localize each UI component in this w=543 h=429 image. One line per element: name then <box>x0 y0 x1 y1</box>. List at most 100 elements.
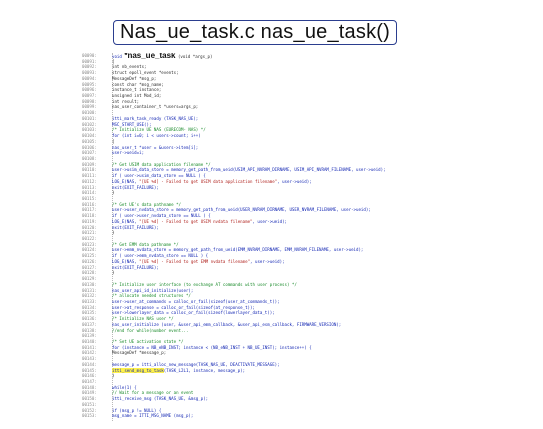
code-text: user->emm_nvdata_store = memory_get_path… <box>112 247 363 252</box>
code-line: 00090: void *nas_ue_task (void *args_p) <box>82 53 212 59</box>
code-token: } <box>112 230 115 236</box>
line-number: 00151: <box>82 401 97 407</box>
code-text: { <box>112 139 114 144</box>
code-line: 00141: for (instance = NB_eNB_INST; inst… <box>82 345 312 350</box>
code-text: while(1) { <box>112 385 137 390</box>
code-text: msg_name = ITTI_MSG_NAME (msg_p); <box>112 413 193 418</box>
line-number: 00123: <box>82 241 97 247</box>
code-line: 00130: /* Initialize user interface (to … <box>82 282 297 287</box>
code-token: } <box>112 270 115 276</box>
code-text: unsigned int Mod_id; <box>112 93 161 98</box>
line-number: 00111: <box>82 173 97 179</box>
code-token: LOG_E(NAS, <box>112 218 140 224</box>
code-token: msg_name = ITTI_MSG_NAME (msg_p); <box>112 413 194 419</box>
code-text: for (instance = NB_eNB_INST; instance < … <box>112 345 312 350</box>
code-line: 00112: LOG_E(NAS, "[UE %d] - Failed to g… <box>82 179 312 184</box>
code-line: 00123: /* Get EMM data pathname */ <box>82 242 179 247</box>
line-number: 00121: <box>82 230 97 236</box>
code-token: instance_t instance; <box>112 87 162 93</box>
line-number: 00119: <box>82 218 97 224</box>
code-text: exit(EXIT_FAILURE); <box>112 265 159 270</box>
code-line: 00108: <box>82 156 112 161</box>
line-number: 00134: <box>82 304 97 310</box>
code-line: 00093: struct epoll_event *events; <box>82 70 179 75</box>
code-text: struct epoll_event *events; <box>112 70 179 75</box>
code-text: MSC_START_USE(); <box>112 122 151 127</box>
code-line: 00114: } <box>82 190 114 195</box>
code-listing: 00090: void *nas_ue_task (void *args_p) 00… <box>82 53 482 421</box>
code-token: itti_send_msg_to_task <box>112 367 164 373</box>
code-text: itti_receive_msg (TASK_NAS_UE, &msg_p); <box>112 396 208 401</box>
code-line: 00145: itti_send_msg_to_task(TASK_L2L1, … <box>82 367 245 373</box>
code-line: 00132: /* allocate needed structures */ <box>82 293 191 298</box>
line-number: 00147: <box>82 379 97 385</box>
line-number: 00148: <box>82 384 97 390</box>
code-token: exit(EXIT_FAILURE); <box>112 224 159 230</box>
code-text: int result; <box>112 99 139 104</box>
code-token: user->user_nvdata_store = memory_get_pat… <box>112 207 371 213</box>
code-text: MessageDef *msg_p; <box>112 76 156 81</box>
line-number: 00115: <box>82 196 97 201</box>
line-number: 00140: <box>82 339 97 344</box>
code-text: } <box>112 190 114 195</box>
code-string: "[UE %d] - Failed to get EMM nvdata file… <box>139 258 251 264</box>
line-number: 00113: <box>82 184 97 190</box>
line-number: 00116: <box>82 201 97 207</box>
code-token: , user->ueid); <box>252 218 288 224</box>
code-line: 00129: <box>82 276 112 281</box>
code-line: 00099: nas_user_container_t *users=args_… <box>82 104 198 109</box>
code-comment: /* allocate needed structures */ <box>112 293 191 299</box>
line-number: 00112: <box>82 178 97 184</box>
code-comment: /* Set UE activation state */ <box>112 339 184 344</box>
code-token: exit(EXIT_FAILURE); <box>112 184 159 190</box>
line-number: 00144: <box>82 361 97 367</box>
code-line: 00115: <box>82 196 112 201</box>
code-text: message_p = itti_alloc_new_message(TASK_… <box>112 362 280 367</box>
code-line: 00142: MessageDef *message_p; <box>82 350 166 355</box>
code-text: // Wait for a message or an event <box>112 390 193 395</box>
code-line: 00146: } <box>82 373 114 378</box>
line-number: 00108: <box>82 155 97 161</box>
code-line: 00138: //end for while(number event... <box>82 328 188 333</box>
code-line: 00133: user->user_at_commands = calloc_o… <box>82 299 280 304</box>
code-token: MessageDef *msg_p; <box>112 75 157 81</box>
code-token: user->usim_data_store = memory_get_path_… <box>112 167 386 173</box>
line-number: 00122: <box>82 236 97 242</box>
code-line: 00120: exit(EXIT_FAILURE); <box>82 225 159 230</box>
code-token: nas_user_api_id_initialize(user); <box>112 287 194 293</box>
code-line: 00131: nas_user_api_id_initialize(user); <box>82 288 193 293</box>
line-number: 00092: <box>82 64 97 70</box>
code-line: 00103: /* Initialize UE NAS (EURECOM- NA… <box>82 127 206 132</box>
code-text: LOG_E(NAS, "[UE %d] - Failed to get USIM… <box>112 219 287 224</box>
code-comment: /* Get UE's data pathname */ <box>112 201 182 207</box>
code-text: LOG_E(NAS, "[UE %d] - Failed to get EMM … <box>112 259 285 264</box>
code-text: int nb_events; <box>112 64 147 69</box>
line-number: 00125: <box>82 253 97 259</box>
code-text: nas_user_container_t *users=args_p; <box>112 104 198 109</box>
code-token: LOG_E(NAS, <box>112 178 140 184</box>
code-text: user->user_at_commands = calloc_or_fail(… <box>112 299 280 304</box>
line-number: 00094: <box>82 75 97 81</box>
code-token: user->at_response = calloc_or_fail(sizeo… <box>112 304 255 310</box>
code-line: 00153: msg_name = ITTI_MSG_NAME (msg_p); <box>82 413 193 418</box>
line-number: 00142: <box>82 350 97 356</box>
code-token: if (msg_p != NULL) { <box>112 407 162 413</box>
line-number: 00118: <box>82 213 97 219</box>
line-number: 00103: <box>82 127 97 133</box>
code-comment: //end for while(number event... <box>112 327 189 333</box>
code-line: 00136: /* Initialize NAS user */ <box>82 316 174 321</box>
code-text: MessageDef *message_p; <box>112 350 166 355</box>
line-number: 00153: <box>82 413 97 419</box>
code-string: "[UE %d] - Failed to get USIM data appli… <box>139 178 278 184</box>
line-number: 00101: <box>82 115 97 121</box>
code-token: itti_receive_msg (TASK_NAS_UE, &msg_p); <box>112 396 209 402</box>
code-line: 00135: user->lowerlayer_data = calloc_or… <box>82 310 275 315</box>
code-token: MessageDef *message_p; <box>112 350 167 356</box>
code-text: /* Get UE's data pathname */ <box>112 202 181 207</box>
code-line: 00147: <box>82 379 112 384</box>
code-line: 00091: { <box>82 59 114 64</box>
code-token: { <box>112 138 115 144</box>
line-number: 00132: <box>82 293 97 299</box>
line-number: 00124: <box>82 247 97 253</box>
code-comment: /* Get EMM data pathname */ <box>112 241 179 247</box>
